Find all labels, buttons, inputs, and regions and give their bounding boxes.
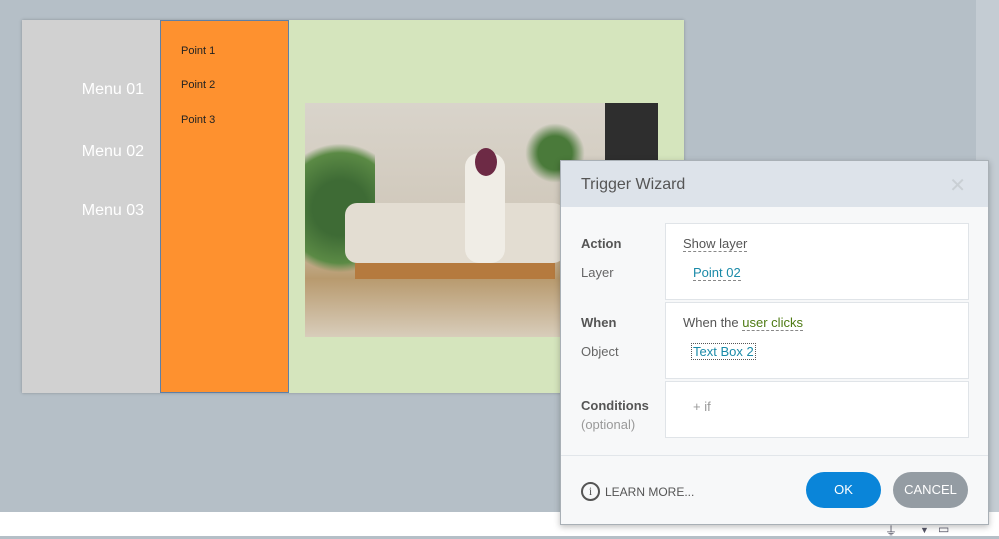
menu-item[interactable]: Menu 01 bbox=[82, 81, 144, 99]
action-box: Show layer Point 02 bbox=[665, 223, 969, 300]
layer-label: Layer bbox=[581, 265, 614, 280]
conditions-box: + if bbox=[665, 381, 969, 438]
close-icon[interactable]: ✕ bbox=[949, 173, 966, 198]
when-label: When bbox=[581, 315, 617, 330]
point-item[interactable]: Point 1 bbox=[181, 45, 215, 57]
dialog-header: Trigger Wizard bbox=[561, 161, 988, 207]
trigger-wizard-dialog: Trigger Wizard ✕ Action Layer Show layer… bbox=[560, 160, 989, 525]
dialog-title: Trigger Wizard bbox=[581, 176, 686, 193]
cancel-button[interactable]: CANCEL bbox=[893, 472, 968, 508]
point-item[interactable]: Point 2 bbox=[181, 79, 215, 91]
menu-item[interactable]: Menu 02 bbox=[82, 143, 144, 161]
points-panel[interactable]: Point 1 Point 2 Point 3 bbox=[160, 20, 289, 393]
object-dropdown[interactable]: Text Box 2 bbox=[691, 343, 756, 360]
conditions-label: Conditions bbox=[581, 398, 649, 413]
learn-more-link[interactable]: i LEARN MORE... bbox=[581, 482, 694, 501]
menu-panel: Menu 01 Menu 02 Menu 03 bbox=[22, 20, 160, 393]
action-label: Action bbox=[581, 236, 622, 251]
event-dropdown[interactable]: user clicks bbox=[742, 315, 803, 331]
when-box: When the user clicks Text Box 2 bbox=[665, 302, 969, 379]
learn-more-label: LEARN MORE... bbox=[605, 484, 695, 499]
footer-divider bbox=[561, 455, 988, 456]
layer-dropdown[interactable]: Point 02 bbox=[693, 265, 741, 281]
menu-item[interactable]: Menu 03 bbox=[82, 202, 144, 220]
when-prefix: When the bbox=[683, 315, 739, 330]
conditions-optional: (optional) bbox=[581, 417, 636, 432]
point-item[interactable]: Point 3 bbox=[181, 114, 215, 126]
action-dropdown[interactable]: Show layer bbox=[683, 236, 748, 252]
ok-button[interactable]: OK bbox=[806, 472, 881, 508]
add-condition-button[interactable]: + if bbox=[693, 399, 711, 414]
info-icon: i bbox=[581, 482, 600, 501]
chevron-down-icon[interactable]: ▼ bbox=[920, 525, 929, 535]
object-label: Object bbox=[581, 344, 619, 359]
